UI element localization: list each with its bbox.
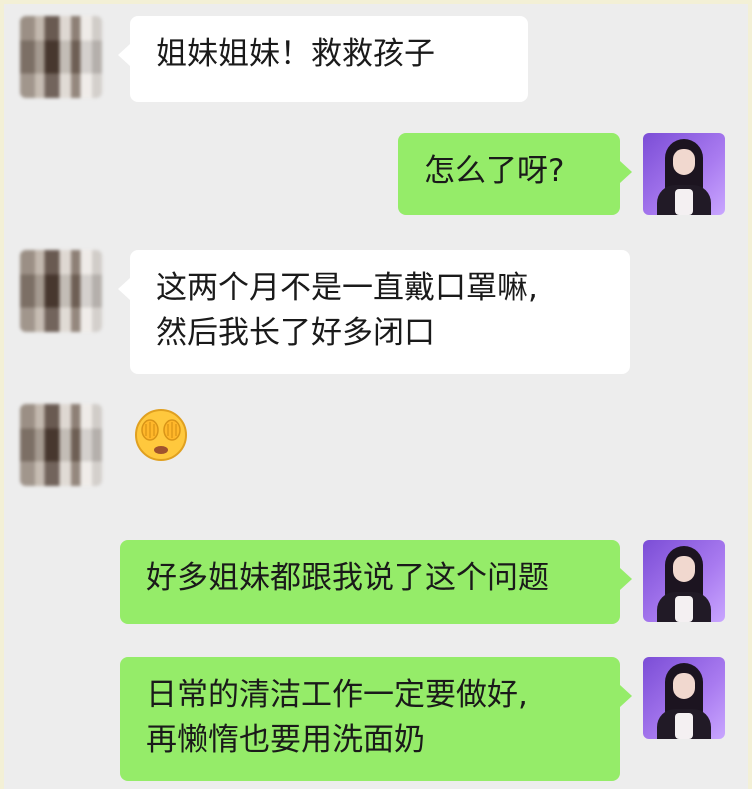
avatar-face: [673, 556, 695, 582]
message-bubble-incoming[interactable]: 姐妹姐妹！救救孩子: [118, 16, 528, 102]
message-text-line: 日常的清洁工作一定要做好,: [146, 677, 528, 713]
message-bubble-incoming[interactable]: 这两个月不是一直戴口罩嘛, 然后我长了好多闭口: [118, 250, 630, 374]
avatar-face: [673, 673, 695, 699]
message-text-line: 再懒惰也要用洗面奶: [146, 722, 425, 758]
friend-avatar[interactable]: [20, 404, 102, 486]
message-text-line: 然后我长了好多闭口: [156, 315, 435, 351]
avatar-shirt: [675, 189, 693, 215]
my-avatar[interactable]: [643, 657, 725, 739]
message-text: 怎么了呀?: [424, 153, 565, 189]
message-text-line: 这两个月不是一直戴口罩嘛,: [156, 270, 538, 306]
friend-avatar[interactable]: [20, 250, 102, 332]
avatar-face: [673, 149, 695, 175]
friend-avatar[interactable]: [20, 16, 102, 98]
avatar-shirt: [675, 596, 693, 622]
my-avatar[interactable]: [643, 133, 725, 215]
covering-face-emoji[interactable]: [134, 408, 188, 462]
message-text: 好多姐妹都跟我说了这个问题: [146, 560, 549, 596]
my-avatar[interactable]: [643, 540, 725, 622]
message-bubble-outgoing[interactable]: 好多姐妹都跟我说了这个问题: [120, 540, 632, 624]
message-bubble-outgoing[interactable]: 怎么了呀?: [398, 133, 632, 215]
message-bubble-outgoing[interactable]: 日常的清洁工作一定要做好, 再懒惰也要用洗面奶: [120, 657, 632, 781]
avatar-shirt: [675, 713, 693, 739]
message-text: 姐妹姐妹！救救孩子: [156, 36, 435, 72]
